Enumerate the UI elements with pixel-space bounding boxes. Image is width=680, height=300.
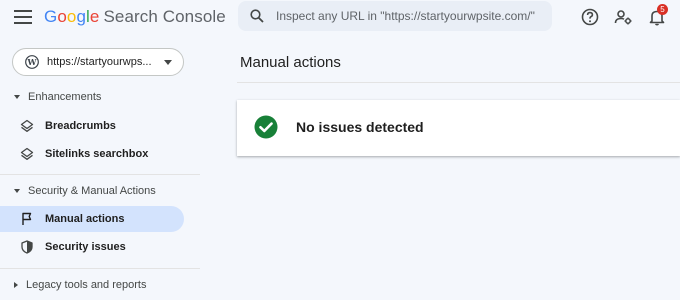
sidebar-item-security-issues[interactable]: Security issues (0, 234, 184, 260)
expand-arrow-icon (14, 189, 20, 194)
check-circle-icon (254, 115, 278, 139)
flag-icon (22, 212, 32, 225)
status-message: No issues detected (296, 119, 424, 135)
property-selector[interactable]: W https://startyourwps... (12, 48, 184, 76)
sidebar-item-label: Breadcrumbs (45, 120, 116, 132)
search-placeholder: Inspect any URL in "https://startyourwps… (276, 9, 535, 23)
sidebar: W https://startyourwps... Enhancements B… (0, 34, 200, 300)
wordpress-icon: W (25, 55, 39, 69)
sidebar-divider (0, 268, 200, 269)
help-icon[interactable] (580, 7, 600, 27)
app-header: Google Search Console Inspect any URL in … (0, 0, 680, 34)
section-label: Enhancements (28, 91, 102, 103)
url-inspection-search[interactable]: Inspect any URL in "https://startyourwps… (238, 1, 552, 31)
sidebar-item-label: Manual actions (45, 213, 125, 225)
sidebar-item-breadcrumbs[interactable]: Breadcrumbs (0, 113, 184, 139)
title-divider (237, 82, 680, 83)
users-settings-icon[interactable] (613, 7, 633, 27)
expand-arrow-icon (14, 95, 20, 100)
product-name: Search Console (103, 7, 226, 26)
status-card: No issues detected (237, 100, 680, 156)
main-content: Manual actions No issues detected (237, 34, 680, 300)
main-menu-icon[interactable] (14, 10, 32, 24)
logo-letter: o (57, 7, 67, 26)
collapse-arrow-icon (14, 282, 18, 289)
logo-letter: G (44, 7, 58, 26)
logo-letter: e (89, 7, 100, 26)
sidebar-divider (0, 174, 200, 175)
shield-icon (21, 240, 33, 254)
section-enhancements[interactable]: Enhancements (14, 91, 101, 103)
sidebar-item-label: Sitelinks searchbox (45, 148, 149, 160)
section-legacy-tools[interactable]: Legacy tools and reports (14, 279, 146, 291)
sidebar-item-sitelinks-searchbox[interactable]: Sitelinks searchbox (0, 141, 184, 167)
logo-letter: g (76, 7, 87, 26)
property-url: https://startyourwps... (47, 56, 152, 68)
notification-badge: 5 (657, 4, 668, 15)
chevron-down-icon (164, 60, 172, 65)
sidebar-item-manual-actions[interactable]: Manual actions (0, 206, 184, 232)
diamond-layers-icon (20, 147, 34, 160)
page-title: Manual actions (240, 54, 341, 71)
section-label: Legacy tools and reports (26, 279, 147, 291)
app-logo[interactable]: Google Search Console (44, 7, 226, 27)
diamond-layers-icon (20, 119, 34, 132)
search-icon (250, 9, 264, 23)
sidebar-item-label: Security issues (45, 241, 126, 253)
section-security-manual-actions[interactable]: Security & Manual Actions (14, 185, 156, 197)
svg-text:W: W (27, 57, 38, 67)
section-label: Security & Manual Actions (28, 185, 156, 197)
